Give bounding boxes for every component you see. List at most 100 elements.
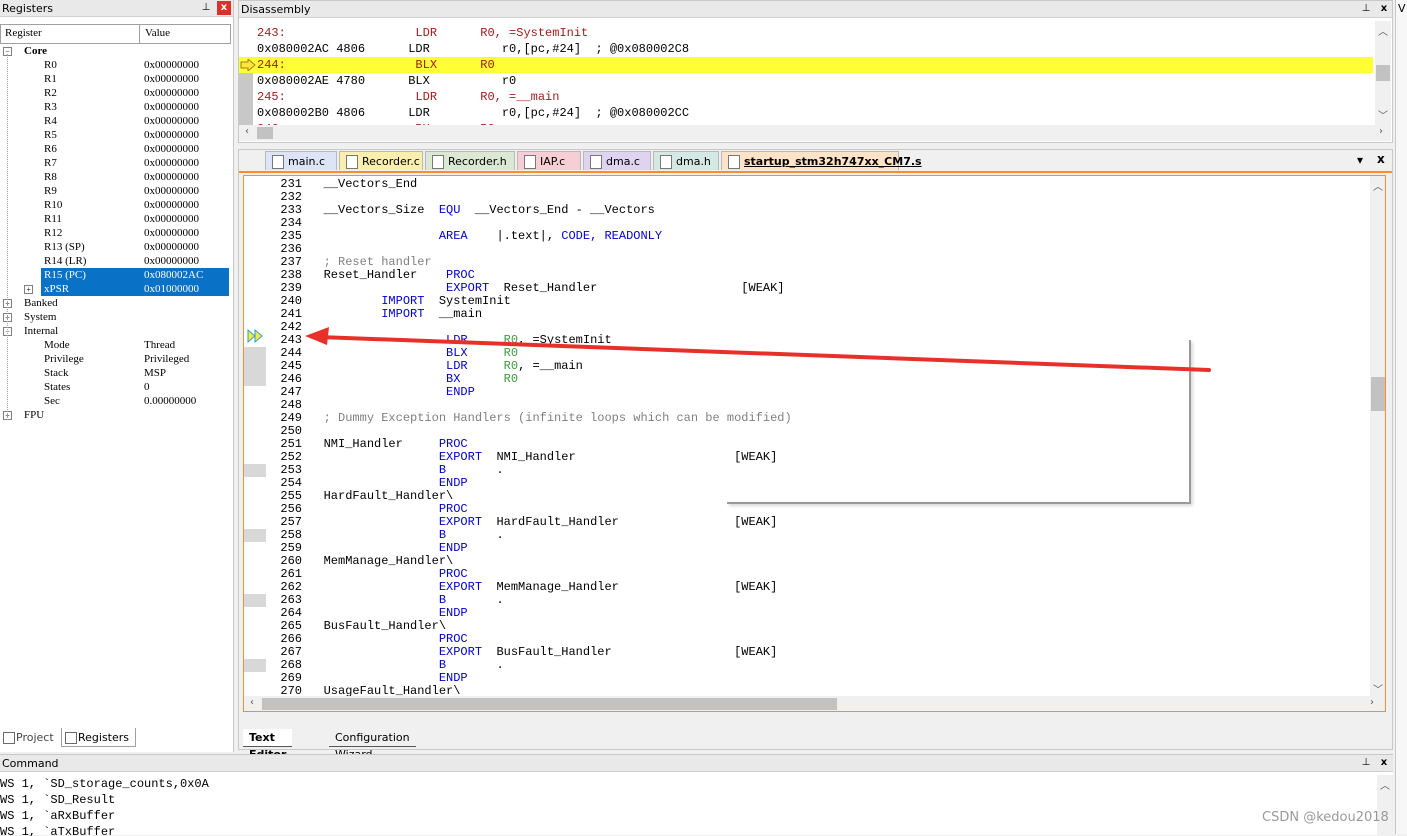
tab-text-editor[interactable]: Text Editor: [243, 729, 293, 761]
scroll-thumb[interactable]: [257, 127, 273, 139]
file-tab[interactable]: main.c: [265, 151, 337, 170]
register-value[interactable]: 0x00000000: [144, 114, 199, 128]
register-value[interactable]: 0x080002AC: [144, 268, 203, 282]
scroll-left-icon[interactable]: ‹: [239, 126, 255, 137]
register-row[interactable]: − Core: [0, 44, 229, 58]
register-value[interactable]: 0x00000000: [144, 128, 199, 142]
scroll-thumb[interactable]: [1371, 377, 1385, 411]
editor-close-button[interactable]: x: [1377, 152, 1385, 166]
register-row[interactable]: + Banked: [0, 296, 229, 310]
command-vertical-scrollbar[interactable]: ︿: [1377, 775, 1393, 835]
register-row[interactable]: R9 0x00000000: [0, 184, 229, 198]
column-divider[interactable]: [139, 25, 140, 43]
register-row[interactable]: + System: [0, 310, 229, 324]
register-value[interactable]: 0x00000000: [144, 240, 199, 254]
register-value[interactable]: 0x00000000: [144, 86, 199, 100]
register-row[interactable]: + xPSR 0x01000000: [0, 282, 229, 296]
register-value[interactable]: 0x00000000: [144, 142, 199, 156]
register-row[interactable]: + FPU: [0, 408, 229, 422]
scroll-thumb[interactable]: [262, 698, 837, 710]
register-value[interactable]: 0.00000000: [144, 394, 196, 408]
scroll-thumb[interactable]: [1376, 65, 1390, 81]
register-value[interactable]: 0x00000000: [144, 184, 199, 198]
file-tab[interactable]: Recorder.c: [339, 151, 423, 170]
register-value[interactable]: 0x00000000: [144, 72, 199, 86]
register-column-header[interactable]: Register: [5, 27, 42, 39]
tab-configuration-wizard[interactable]: Configuration Wizard: [329, 729, 416, 761]
register-value[interactable]: MSP: [144, 366, 166, 380]
register-row[interactable]: R1 0x00000000: [0, 72, 229, 86]
register-row[interactable]: Sec 0.00000000: [0, 394, 229, 408]
disassembly-horizontal-scrollbar[interactable]: ‹ ›: [239, 125, 1391, 141]
tab-project[interactable]: Project: [0, 728, 58, 747]
disassembly-vertical-scrollbar[interactable]: ︿ ﹀: [1375, 21, 1391, 125]
tab-registers[interactable]: Registers: [61, 728, 136, 747]
register-row[interactable]: R11 0x00000000: [0, 212, 229, 226]
register-value[interactable]: 0x00000000: [144, 156, 199, 170]
register-row[interactable]: R7 0x00000000: [0, 156, 229, 170]
current-instruction-line[interactable]: 0x080002AC 4806 LDR r0,[pc,#24] ; @0x080…: [257, 41, 689, 57]
scroll-up-icon[interactable]: ︿: [1370, 178, 1385, 193]
register-value[interactable]: 0x00000000: [144, 212, 199, 226]
disassembly-line[interactable]: 0x080002AE 4780 BLX r0: [257, 73, 516, 89]
disassembly-close-button[interactable]: x: [1377, 2, 1391, 16]
register-row[interactable]: R6 0x00000000: [0, 142, 229, 156]
registers-close-button[interactable]: x: [217, 1, 231, 15]
file-tab[interactable]: IAP.c: [517, 151, 581, 170]
code-line[interactable]: 233 __Vectors_Size EQU __Vectors_End - _…: [268, 204, 654, 217]
scroll-down-icon[interactable]: ﹀: [1375, 107, 1391, 122]
register-row[interactable]: Mode Thread: [0, 338, 229, 352]
register-row[interactable]: R12 0x00000000: [0, 226, 229, 240]
register-value[interactable]: Thread: [144, 338, 175, 352]
pin-icon[interactable]: ⊥: [199, 1, 213, 15]
command-close-button[interactable]: x: [1377, 756, 1391, 770]
editor-vertical-scrollbar[interactable]: ︿ ﹀: [1370, 176, 1385, 696]
pin-icon[interactable]: ⊥: [1359, 2, 1373, 16]
value-column-header[interactable]: Value: [145, 27, 170, 39]
pin-icon[interactable]: ⊥: [1359, 756, 1373, 770]
register-value[interactable]: 0x00000000: [144, 254, 199, 268]
disassembly-line[interactable]: 243: LDR R0, =SystemInit: [257, 25, 588, 41]
file-tab[interactable]: startup_stm32h747xx_CM7.s: [721, 151, 922, 170]
expand-icon[interactable]: +: [24, 285, 33, 294]
scroll-left-icon[interactable]: ‹: [244, 697, 260, 708]
register-row[interactable]: R0 0x00000000: [0, 58, 229, 72]
register-row[interactable]: R4 0x00000000: [0, 114, 229, 128]
code-line[interactable]: 249 ; Dummy Exception Handlers (infinite…: [268, 412, 791, 425]
disassembly-line[interactable]: 245: LDR R0, =__main: [257, 89, 559, 105]
register-row[interactable]: R5 0x00000000: [0, 128, 229, 142]
register-value[interactable]: Privileged: [144, 352, 189, 366]
register-value[interactable]: 0x00000000: [144, 170, 199, 184]
editor-horizontal-scrollbar[interactable]: ‹ ›: [244, 696, 1385, 711]
register-value[interactable]: 0x00000000: [144, 226, 199, 240]
register-row[interactable]: − Internal: [0, 324, 229, 338]
scroll-right-icon[interactable]: ›: [1364, 697, 1380, 708]
scroll-up-icon[interactable]: ︿: [1377, 777, 1393, 792]
file-tab[interactable]: dma.c: [583, 151, 651, 170]
command-output[interactable]: WS 1, `SD_storage_counts,0x0A WS 1, `SD_R…: [0, 776, 1376, 836]
tab-list-dropdown-icon[interactable]: ▾: [1357, 153, 1363, 167]
scroll-down-icon[interactable]: ﹀: [1370, 681, 1385, 696]
register-row[interactable]: R15 (PC) 0x080002AC: [0, 268, 229, 282]
register-value[interactable]: 0: [144, 380, 150, 394]
file-tab[interactable]: Recorder.h: [425, 151, 515, 170]
register-row[interactable]: R10 0x00000000: [0, 198, 229, 212]
register-value[interactable]: 0x00000000: [144, 100, 199, 114]
register-row[interactable]: Stack MSP: [0, 366, 229, 380]
disassembly-line[interactable]: 0x080002B0 4806 LDR r0,[pc,#24] ; @0x080…: [257, 105, 689, 121]
scroll-right-icon[interactable]: ›: [1373, 126, 1389, 137]
register-row[interactable]: R8 0x00000000: [0, 170, 229, 184]
register-row[interactable]: R14 (LR) 0x00000000: [0, 254, 229, 268]
register-value[interactable]: 0x00000000: [144, 58, 199, 72]
register-row[interactable]: R3 0x00000000: [0, 100, 229, 114]
disassembly-view[interactable]: 243: LDR R0, =SystemInit 0x080002AC 4806 …: [239, 21, 1375, 125]
register-row[interactable]: R2 0x00000000: [0, 86, 229, 100]
register-value[interactable]: 0x01000000: [144, 282, 199, 296]
scroll-up-icon[interactable]: ︿: [1375, 23, 1391, 38]
file-tab[interactable]: dma.h: [653, 151, 719, 170]
register-value[interactable]: 0x00000000: [144, 198, 199, 212]
register-row[interactable]: States 0: [0, 380, 229, 394]
register-row[interactable]: Privilege Privileged: [0, 352, 229, 366]
disassembly-line[interactable]: 244: BLX R0: [257, 57, 495, 73]
register-row[interactable]: R13 (SP) 0x00000000: [0, 240, 229, 254]
